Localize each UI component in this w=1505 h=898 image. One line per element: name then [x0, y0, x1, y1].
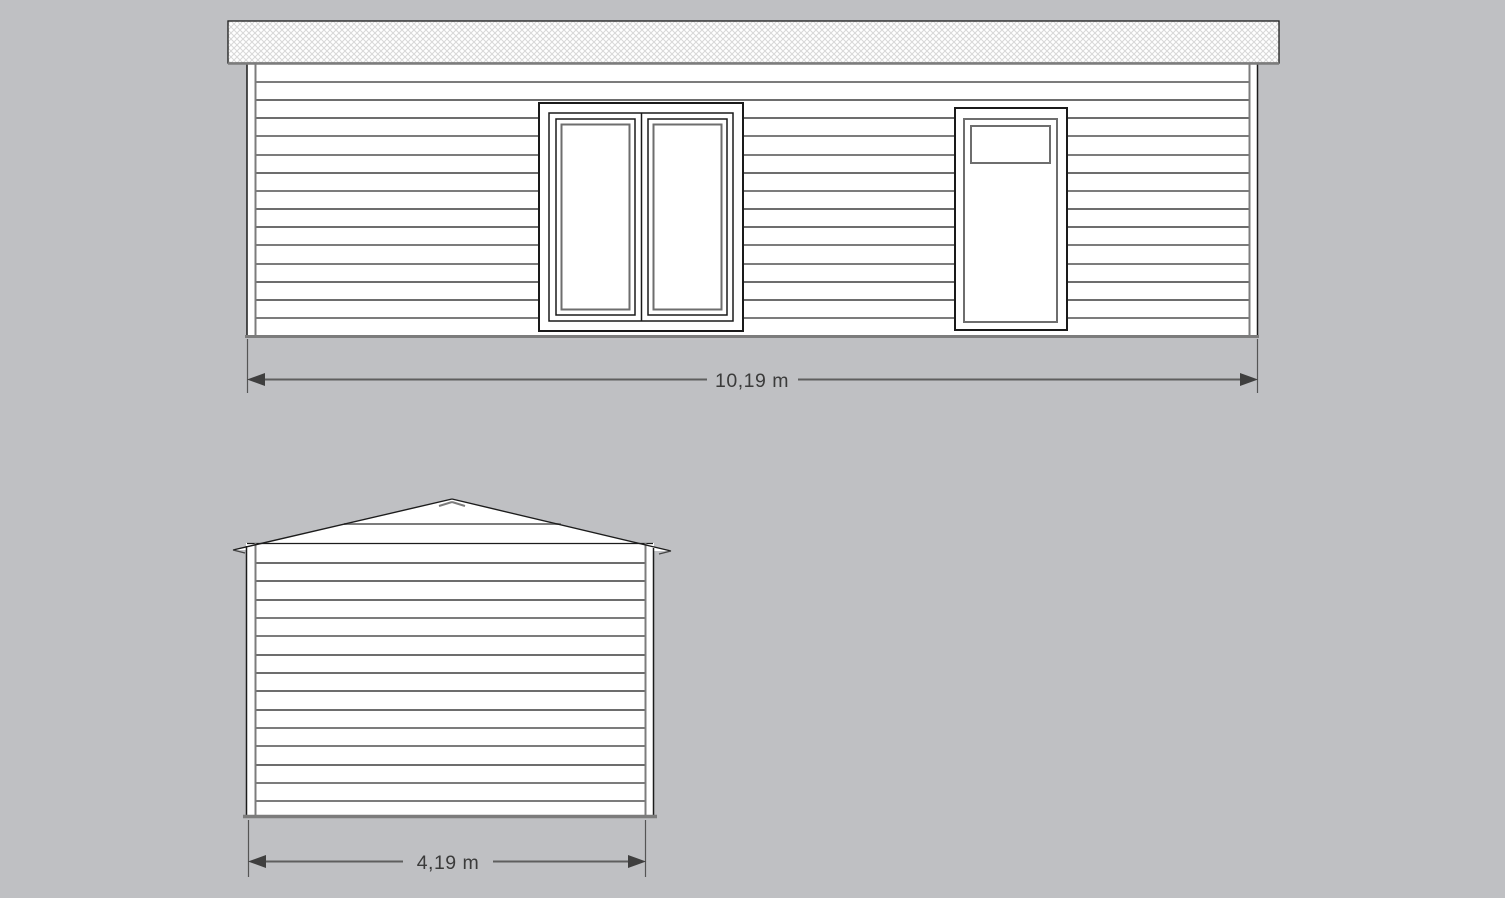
front-width-dimension: 10,19 m	[247, 339, 1258, 393]
dimension-arrow-right	[1240, 373, 1258, 386]
side-wall	[246, 543, 654, 816]
dimension-arrow-right	[628, 855, 646, 868]
roof-eave-tick-left	[233, 550, 245, 553]
double-window	[539, 103, 743, 331]
window-left-sash	[556, 119, 635, 315]
roof-eave-tick-right	[659, 551, 671, 554]
sash-glass	[562, 125, 630, 310]
dimension-arrow-left	[248, 855, 266, 868]
fascia-board	[228, 21, 1279, 63]
roof-fascia	[228, 21, 1279, 64]
side-elevation-view: 4,19 m	[233, 499, 671, 877]
front-width-dimension-label: 10,19 m	[715, 370, 789, 392]
window-right-sash	[648, 119, 727, 315]
drawing-canvas: 10,19 m	[0, 0, 1505, 898]
door-window	[971, 126, 1050, 163]
front-elevation-view: 10,19 m	[228, 21, 1279, 393]
dimension-arrow-left	[247, 373, 265, 386]
side-width-dimension-label: 4,19 m	[417, 852, 480, 874]
side-width-dimension: 4,19 m	[248, 820, 646, 877]
sash-glass	[654, 125, 722, 310]
door	[955, 108, 1067, 330]
front-wall	[247, 63, 1258, 337]
